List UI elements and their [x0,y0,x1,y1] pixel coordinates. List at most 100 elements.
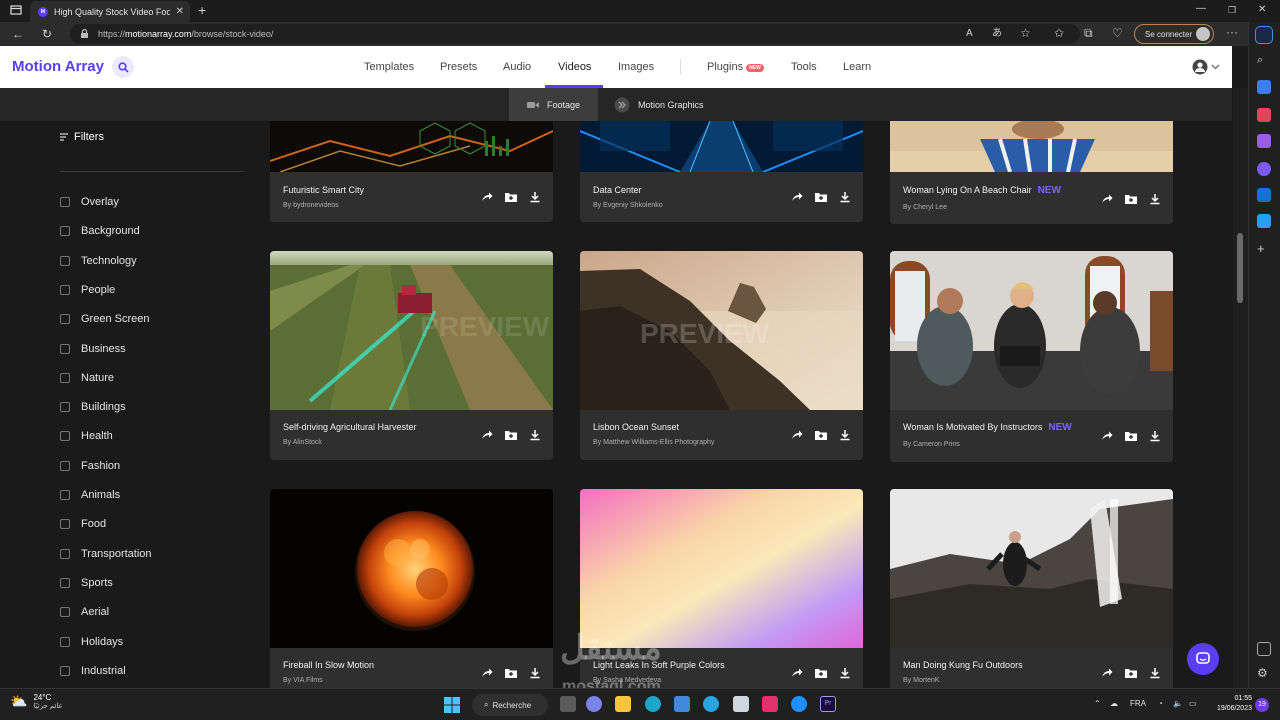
scrollbar-thumb[interactable] [1237,233,1243,303]
filter-option[interactable]: Business [60,343,126,355]
subtab-motion-graphics[interactable]: Motion Graphics [614,88,704,121]
nav-videos[interactable]: Videos [558,61,591,73]
video-card[interactable]: Fireball In Slow Motion By VIA Films [270,489,553,688]
close-window-icon[interactable]: ✕ [1258,3,1266,17]
favorite-star-icon[interactable]: ☆ [1020,26,1031,40]
games-icon[interactable] [1257,134,1271,148]
video-card[interactable]: Woman Lying On A Beach Chair NEW By Chery… [890,121,1173,224]
bing-chat-icon[interactable] [1255,26,1273,44]
download-icon[interactable] [1149,667,1161,679]
add-to-folder-icon[interactable] [1125,667,1137,679]
filter-checkbox[interactable] [60,665,70,676]
video-thumbnail[interactable] [890,489,1173,648]
filter-option[interactable]: Transportation [60,548,152,560]
download-icon[interactable] [529,191,541,203]
nav-tools[interactable]: Tools [791,61,817,73]
share-icon[interactable] [1101,193,1113,205]
windows-start-button[interactable] [444,697,460,713]
filter-option[interactable]: Background [60,225,140,237]
more-menu-icon[interactable]: ··· [1226,25,1238,39]
video-card[interactable]: Woman Is Motivated By Instructors NEW By … [890,251,1173,462]
video-thumbnail[interactable]: PREVIEW [580,251,863,410]
card-author[interactable]: By bydronevideos [283,202,339,209]
filter-option[interactable]: People [60,284,115,296]
telegram-icon[interactable] [703,696,719,712]
card-title[interactable]: Man Doing Kung Fu Outdoors [903,660,1023,670]
filter-option[interactable]: Animals [60,489,120,501]
site-search-button[interactable] [112,56,134,78]
card-title[interactable]: Data Center [593,185,642,195]
video-thumbnail[interactable] [580,121,863,172]
send-icon[interactable] [1257,214,1271,228]
settings-gear-icon[interactable]: ⚙ [1257,666,1271,680]
page-scrollbar[interactable] [1233,88,1248,688]
refresh-icon[interactable]: ↻ [42,27,52,41]
filter-checkbox[interactable] [60,607,70,618]
battery-icon[interactable]: ▭ [1189,699,1197,708]
nav-presets[interactable]: Presets [440,61,477,73]
download-icon[interactable] [1149,430,1161,442]
url-field[interactable]: https://motionarray.com/browse/stock-vid… [70,24,1080,44]
refresh-app-icon[interactable] [791,696,807,712]
close-tab-icon[interactable]: ✕ [176,6,184,17]
favorites-list-icon[interactable]: ✩ [1054,26,1064,40]
filter-checkbox[interactable] [60,343,70,354]
filter-checkbox[interactable] [60,431,70,442]
card-author[interactable]: By Evgeniy Shkolenko [593,202,663,209]
filter-checkbox[interactable] [60,197,70,207]
filter-checkbox[interactable] [60,490,70,500]
filter-option[interactable]: Fashion [60,460,120,472]
video-thumbnail[interactable] [890,251,1173,410]
download-icon[interactable] [839,667,851,679]
filter-option[interactable]: Aerial [60,606,109,618]
card-author[interactable]: By Cameron Prins [903,441,960,448]
add-to-folder-icon[interactable] [1125,193,1137,205]
share-icon[interactable] [1101,430,1113,442]
microsoft-365-icon[interactable] [1257,162,1271,176]
wifi-icon[interactable]: ◔ [1158,699,1163,708]
video-card[interactable]: PREVIEW Self-driving Agricultural Harves… [270,251,553,460]
filters-header[interactable]: Filters [60,131,104,143]
filter-checkbox[interactable] [60,255,70,266]
file-explorer-icon[interactable] [615,696,631,712]
maximize-icon[interactable]: ❐ [1228,3,1236,17]
filter-checkbox[interactable] [60,372,70,383]
download-icon[interactable] [529,429,541,441]
card-title[interactable]: Woman Is Motivated By Instructors NEW [903,422,1072,433]
show-hidden-icons[interactable]: ⌃ [1094,699,1101,708]
video-card[interactable]: Futuristic Smart City By bydronevideos [270,121,553,222]
filter-option[interactable]: Technology [60,255,137,267]
filter-checkbox[interactable] [60,314,70,325]
onedrive-icon[interactable]: ☁ [1110,699,1118,708]
card-title[interactable]: Self-driving Agricultural Harvester [283,422,417,432]
task-view-icon[interactable] [560,696,576,712]
add-to-folder-icon[interactable] [505,429,517,441]
filter-option[interactable]: Holidays [60,636,123,648]
split-screen-icon[interactable] [1257,642,1271,656]
video-thumbnail[interactable]: PREVIEW [270,251,553,410]
card-author[interactable]: By AlinStock [283,439,322,446]
add-to-folder-icon[interactable] [505,667,517,679]
card-title[interactable]: Fireball In Slow Motion [283,660,374,670]
video-card[interactable]: PREVIEW Lisbon Ocean Sunset By Matthew W… [580,251,863,460]
search-icon[interactable]: ⌕ [1257,54,1271,68]
weather-widget[interactable]: ⛅ 24°C غائم جزئيًا [10,693,62,710]
download-icon[interactable] [839,429,851,441]
nav-audio[interactable]: Audio [503,61,531,73]
keyboard-language[interactable]: FRA [1130,699,1146,708]
download-icon[interactable] [1149,193,1161,205]
share-icon[interactable] [791,667,803,679]
filter-checkbox[interactable] [60,284,70,295]
nav-templates[interactable]: Templates [364,61,414,73]
add-to-folder-icon[interactable] [815,191,827,203]
sign-in-button[interactable]: Se connecter [1134,24,1214,44]
account-menu-button[interactable] [1192,59,1222,75]
tools-icon[interactable] [1257,108,1271,122]
back-icon[interactable]: ← [12,27,24,41]
instagram-icon[interactable] [762,696,778,712]
nav-images[interactable]: Images [618,61,654,73]
nav-plugins[interactable]: Plugins [707,61,743,73]
site-logo[interactable]: Motion Array [12,58,104,75]
filter-checkbox[interactable] [60,636,70,647]
filter-option[interactable]: Industrial [60,665,126,677]
